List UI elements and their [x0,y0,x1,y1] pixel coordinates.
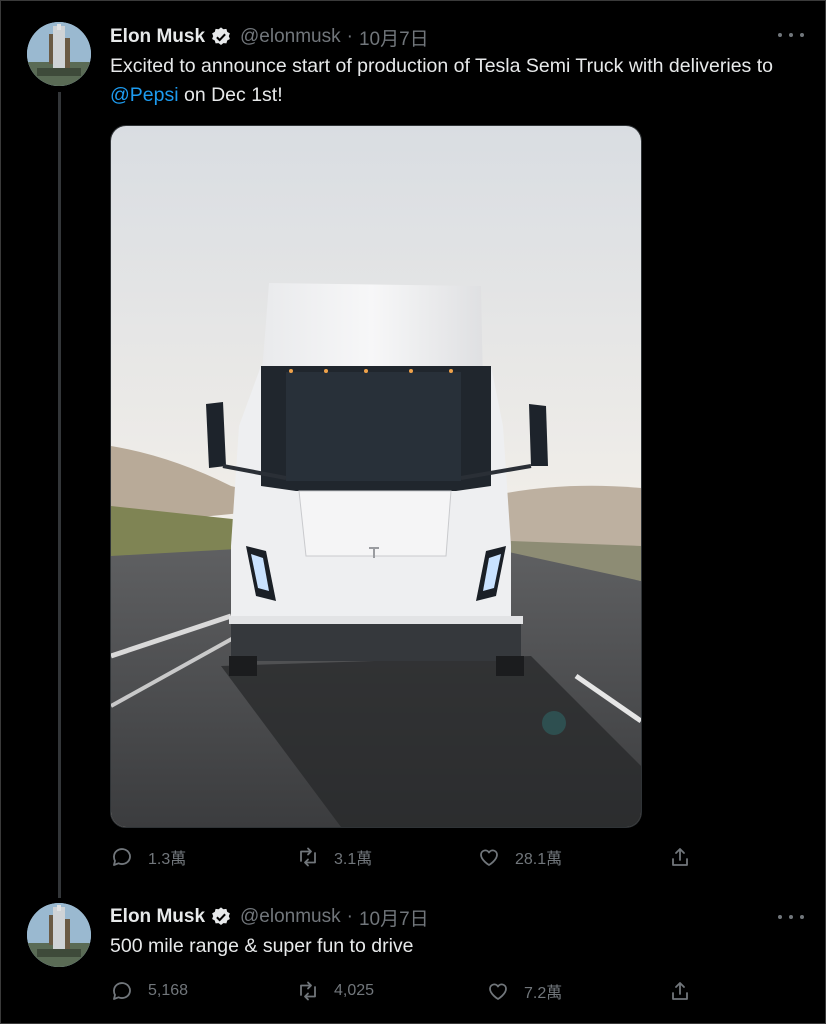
retweet-button[interactable]: 4,025 [296,979,374,1003]
tweet-text: Excited to announce start of production … [110,52,800,110]
retweet-icon [300,847,316,867]
rocket-launch-avatar-icon [27,22,91,86]
retweet-count: 4,025 [334,982,375,999]
avatar[interactable] [27,22,91,86]
tweet-text-part: Excited to announce start of production … [110,55,773,77]
reply-count: 1.3萬 [148,851,187,868]
thread-connector-line [58,92,61,898]
like-button[interactable]: 7.2萬 [486,979,562,1003]
like-count: 7.2萬 [524,985,563,1002]
reply-button[interactable]: 5,168 [110,979,188,1003]
like-count: 28.1萬 [515,851,563,868]
share-button[interactable] [668,845,706,869]
tweet-media[interactable] [110,125,642,828]
reply-icon [113,982,131,1000]
separator-dot: · [346,26,353,47]
verified-badge-icon [212,907,230,925]
tesla-semi-truck-photo [111,126,641,827]
tweet-actions: 5,168 4,025 7.2萬 [110,979,700,1007]
verified-badge-icon [212,27,230,45]
like-button[interactable]: 28.1萬 [477,845,562,869]
retweet-count: 3.1萬 [334,851,373,868]
tweet-actions: 1.3萬 3.1萬 28.1萬 [110,845,700,873]
reply-count: 5,168 [148,982,189,999]
reply-icon [113,848,131,866]
rocket-launch-avatar-icon [27,903,91,967]
share-icon [672,982,688,1000]
share-button[interactable] [668,979,706,1003]
author-name[interactable]: Elon Musk [110,906,205,928]
author-handle[interactable]: @elonmusk [240,906,341,928]
more-options-icon[interactable] [778,30,804,40]
separator-dot: · [346,906,353,927]
tweet-text-part: on Dec 1st! [178,84,283,106]
tweet-header: Elon Musk @elonmusk · 10月7日 [110,24,429,50]
more-options-icon[interactable] [778,912,804,922]
retweet-button[interactable]: 3.1萬 [296,845,372,869]
share-icon [672,848,688,866]
heart-icon [480,849,498,866]
author-name[interactable]: Elon Musk [110,26,205,48]
avatar[interactable] [27,903,91,967]
retweet-icon [300,981,316,1001]
tweet-text: 500 mile range & super fun to drive [110,935,414,957]
heart-icon [489,983,507,1000]
tweet-timestamp[interactable]: 10月7日 [359,24,429,51]
author-handle[interactable]: @elonmusk [240,26,341,48]
reply-button[interactable]: 1.3萬 [110,845,186,869]
tweet-timestamp[interactable]: 10月7日 [359,904,429,931]
mention-link[interactable]: @Pepsi [110,84,179,106]
tweet-header: Elon Musk @elonmusk · 10月7日 [110,904,429,930]
